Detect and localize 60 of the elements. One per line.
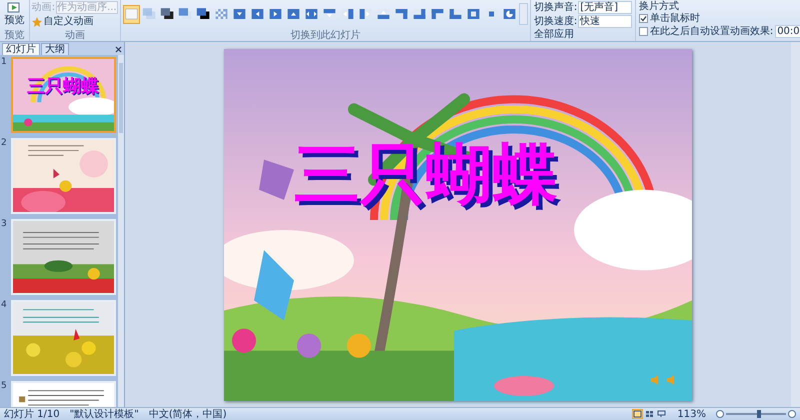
transition-icon xyxy=(412,6,427,22)
view-icon xyxy=(657,410,666,418)
apply-all-button[interactable]: 全部应用 xyxy=(534,29,574,40)
transition-icon xyxy=(448,6,463,22)
language: 中文(简体，中国) xyxy=(148,408,227,420)
close-icon[interactable] xyxy=(115,46,122,53)
checkbox[interactable] xyxy=(638,14,648,23)
group-label: 切换到此幻灯片 xyxy=(290,30,360,41)
slide-title: 三只蝴蝶 xyxy=(294,136,558,212)
transition-icon xyxy=(214,6,229,22)
transition-icon xyxy=(124,6,139,22)
transition-icon xyxy=(142,6,157,22)
transition-icon xyxy=(160,6,175,22)
slide-number: 1 xyxy=(1,57,8,69)
zoom-out-icon[interactable] xyxy=(716,410,724,418)
time-field[interactable]: 00:0 xyxy=(775,25,800,38)
pane-tab[interactable]: 大纲 xyxy=(41,43,69,55)
view-icon xyxy=(645,410,654,418)
scrollbar[interactable] xyxy=(117,55,124,407)
slide-number: 4 xyxy=(1,300,8,312)
theme-name: "默认设计模板" xyxy=(70,408,139,420)
view-button[interactable] xyxy=(656,409,668,419)
transition-icon xyxy=(196,6,211,22)
transition-icon xyxy=(250,6,265,22)
sound-dropdown[interactable]: [无声音] xyxy=(578,1,632,14)
view-icon xyxy=(633,410,642,418)
slide-number: 2 xyxy=(1,138,8,150)
star-icon xyxy=(32,16,42,26)
zoom-in-icon[interactable] xyxy=(788,410,796,418)
scrollbar[interactable] xyxy=(791,42,800,407)
slide-number: 5 xyxy=(1,381,8,393)
transition-icon xyxy=(394,6,409,22)
group-label: 预览 xyxy=(4,30,24,41)
slider-thumb[interactable] xyxy=(757,410,761,418)
slide-number: 3 xyxy=(1,219,8,231)
sound-label: 切换声音: xyxy=(534,2,578,13)
view-button[interactable] xyxy=(644,409,656,419)
transition-icon xyxy=(268,6,283,22)
check-icon xyxy=(640,15,647,22)
preview-button[interactable]: 预览 xyxy=(4,0,24,26)
transition-icon xyxy=(430,6,445,22)
transition-icon xyxy=(286,6,301,22)
slide-counter: 幻灯片 1/10 xyxy=(4,408,60,420)
checkbox[interactable] xyxy=(638,27,648,36)
speed-dropdown[interactable]: 快速 xyxy=(578,15,632,28)
transition-icon xyxy=(304,6,319,22)
zoom-level: 113% xyxy=(677,408,706,420)
transition-icon xyxy=(232,6,247,22)
speed-label: 切换速度: xyxy=(534,16,578,27)
pane-tab[interactable]: 幻灯片 xyxy=(2,43,40,55)
checkbox-label: 单击鼠标时 xyxy=(650,13,700,24)
checkbox-label: 在此之后自动设置动画效果: xyxy=(650,26,774,37)
transition-icon xyxy=(502,6,517,22)
transition-icon xyxy=(178,6,193,22)
view-button[interactable] xyxy=(632,409,644,419)
transition-icon xyxy=(466,6,481,22)
advance-title: 换片方式 xyxy=(638,1,680,12)
preview-icon xyxy=(7,1,22,15)
group-label: 动画 xyxy=(64,30,85,41)
animation-label: 动画: xyxy=(32,2,56,13)
